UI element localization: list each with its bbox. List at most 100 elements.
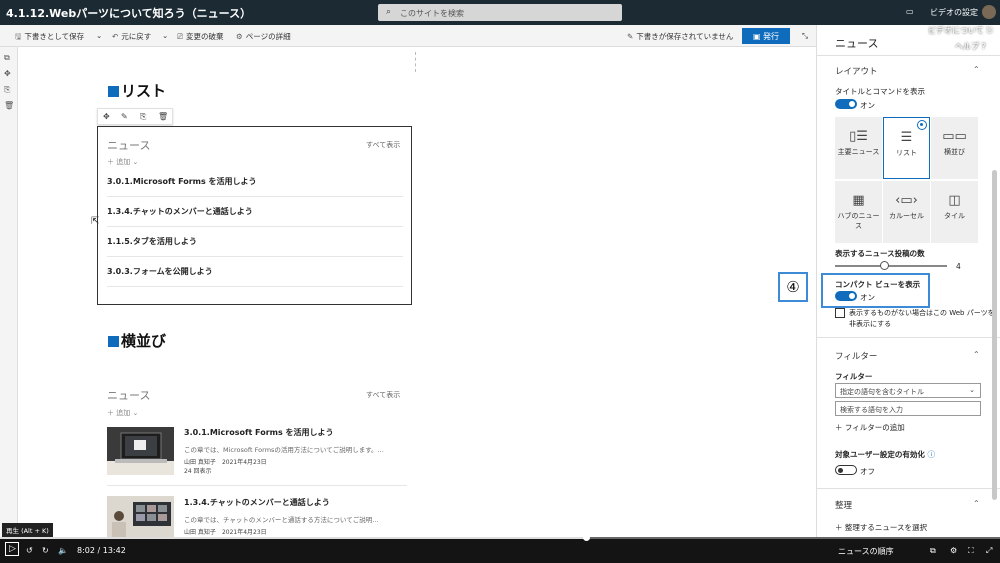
chevron-down-icon: ⌄: [969, 386, 975, 394]
duplicate-icon[interactable]: ⎘: [4, 85, 10, 95]
show-title-toggle[interactable]: [835, 99, 857, 109]
list-item[interactable]: 3.0.1.Microsoft Forms を活用しよう: [107, 167, 403, 197]
play-button[interactable]: ▷: [5, 542, 19, 556]
card-title[interactable]: 1.3.4.チャットのメンバーと通話しよう: [184, 497, 330, 508]
layout-option-tiles[interactable]: ◫ タイル: [931, 181, 978, 243]
undo-button[interactable]: ↶ 元に戻す: [112, 31, 151, 42]
layout-option-side-by-side[interactable]: ▭▭ 横並び: [931, 117, 978, 179]
rewind-icon[interactable]: ↺: [26, 546, 33, 555]
edit-section-icon[interactable]: ⧉: [4, 53, 10, 63]
list-item-prefix: 1.1.5.: [107, 237, 133, 246]
play-icon: ▷: [9, 544, 16, 554]
card-description: この章では、Microsoft Formsの活用方法についてご説明します。...: [184, 446, 384, 454]
draft-status: ✎ 下書きが保存されていません: [627, 31, 733, 42]
organize-section-header[interactable]: 整理: [835, 499, 852, 511]
plus-icon: ＋: [107, 409, 117, 417]
filter-section-header[interactable]: フィルター: [835, 350, 877, 362]
save-draft-label: 下書きとして保存: [24, 32, 85, 41]
cursor-icon: ⇱: [91, 216, 100, 227]
edit-webpart-icon[interactable]: ✎: [121, 112, 128, 121]
video-settings-label[interactable]: ビデオの設定: [930, 7, 978, 18]
layout-option-list[interactable]: ☰ リスト: [883, 117, 930, 179]
show-title-label: タイトルとコマンドを表示: [835, 87, 925, 96]
save-icon: 🖫: [15, 32, 22, 41]
post-count-slider-track[interactable]: [835, 265, 947, 267]
save-draft-button[interactable]: 🖫 下書きとして保存: [15, 31, 84, 44]
layout-hub-news-icon: ▦: [852, 193, 865, 208]
collapse-icon[interactable]: ⤡: [802, 31, 808, 41]
list-item[interactable]: 1.1.5.タブを活用しよう: [107, 227, 403, 257]
list-item-text: タブを活用しよう: [132, 237, 197, 246]
fullscreen-window-icon[interactable]: ⛶: [968, 546, 974, 556]
hide-when-empty-checkbox[interactable]: [835, 308, 845, 318]
news-thumbnail-forms[interactable]: [107, 427, 174, 475]
duplicate-webpart-icon[interactable]: ⎘: [140, 112, 146, 122]
step-callout: ④: [778, 272, 808, 302]
layout-option-carousel[interactable]: ‹▭› カルーセル: [883, 181, 930, 243]
see-all-link[interactable]: すべて表示: [366, 390, 400, 400]
card-meta: 山田 真知子 2021年4月23日: [184, 527, 267, 536]
news-webpart-list[interactable]: ニュース すべて表示 ＋ 追加 ⌄ 3.0.1.Microsoft Forms …: [97, 126, 412, 305]
chevron-up-icon[interactable]: ⌃: [973, 499, 980, 508]
discard-button[interactable]: ⎚ 変更の破棄: [177, 31, 224, 42]
plus-icon: ＋: [107, 158, 117, 166]
card-date: 2021年4月23日: [221, 529, 267, 536]
move-icon[interactable]: ✥: [4, 69, 11, 78]
layout-section-header[interactable]: レイアウト: [835, 65, 878, 77]
fullscreen-icon[interactable]: ⤢: [986, 546, 992, 556]
layout-option-top-news[interactable]: ▯☰ 主要ニュース: [835, 117, 882, 179]
captions-icon[interactable]: ⧉: [930, 546, 936, 556]
delete-webpart-icon[interactable]: 🗑: [158, 112, 168, 121]
page-details-button[interactable]: ⚙ ページの詳細: [236, 31, 291, 42]
filter-select[interactable]: 指定の語句を含むタイトル ⌄: [835, 383, 981, 398]
publish-button[interactable]: ▣ 発行: [742, 28, 790, 44]
divider: [817, 488, 1000, 489]
audience-state: オフ: [860, 467, 875, 476]
layout-list-icon: ☰: [900, 130, 913, 145]
list-item[interactable]: 1.3.4.チャットのメンバーと通話しよう: [107, 197, 403, 227]
card-views: 24 回表示: [184, 468, 212, 475]
chevron-up-icon[interactable]: ⌃: [973, 65, 980, 74]
move-webpart-icon[interactable]: ✥: [103, 112, 110, 121]
save-dropdown-chevron-icon[interactable]: ⌄: [96, 31, 102, 40]
undo-dropdown-chevron-icon[interactable]: ⌄: [162, 31, 168, 40]
panel-subsection-label: ニュースの順序: [838, 547, 894, 556]
add-news-button[interactable]: ＋ 追加 ⌄: [107, 408, 138, 418]
post-count-slider-thumb[interactable]: [880, 261, 889, 270]
forward-icon[interactable]: ↻: [42, 546, 49, 555]
chevron-up-icon[interactable]: ⌃: [973, 350, 980, 359]
filter-term-input[interactable]: 検索する語句を入力: [835, 401, 981, 416]
card-description: この章では、チャットのメンバーと通話する方法についてご説明...: [184, 516, 379, 524]
card-author: 山田 真知子: [184, 459, 216, 466]
add-news-button[interactable]: ＋ 追加 ⌄: [107, 157, 138, 167]
heading-square: [108, 336, 119, 347]
avatar[interactable]: [982, 5, 996, 19]
video-about-link[interactable]: ビデオについて ⎋: [928, 25, 993, 36]
settings-gear-icon[interactable]: ⚙: [950, 546, 957, 555]
list-item-prefix: 3.0.1.: [107, 177, 133, 186]
panel-scrollbar[interactable]: [992, 170, 997, 500]
audience-toggle[interactable]: [835, 465, 857, 475]
news-thumbnail-chat[interactable]: [107, 496, 174, 537]
info-icon[interactable]: ⓘ: [927, 450, 935, 459]
layout-option-hub-news[interactable]: ▦ ハブのニュース: [835, 181, 882, 243]
organize-news-button[interactable]: ＋ 整理するニュースを選択: [835, 522, 927, 533]
add-filter-button[interactable]: ＋ フィルターの追加: [835, 422, 905, 433]
card-title[interactable]: 3.0.1.Microsoft Forms を活用しよう: [184, 427, 334, 438]
video-scrubber-thumb[interactable]: [583, 534, 590, 541]
chat-icon[interactable]: ▭: [906, 7, 914, 16]
site-search-box[interactable]: ⌕ このサイトを検索: [378, 4, 622, 21]
see-all-link[interactable]: すべて表示: [366, 140, 400, 150]
plus-icon: ＋: [835, 423, 845, 432]
layout-tiles-icon: ◫: [948, 193, 961, 208]
volume-icon[interactable]: 🔈: [58, 546, 68, 555]
discard-label: 変更の破棄: [186, 32, 224, 41]
list-item[interactable]: 3.0.3.フォームを公開しよう: [107, 257, 403, 287]
divider: [817, 337, 1000, 338]
video-scrubber[interactable]: [0, 537, 1000, 539]
help-icon: ?: [981, 42, 986, 51]
delete-icon[interactable]: 🗑: [4, 101, 14, 110]
help-link[interactable]: ヘルプ ?: [955, 41, 986, 52]
add-filter-label: フィルターの追加: [844, 423, 905, 432]
section-heading-list: リスト: [108, 80, 166, 101]
